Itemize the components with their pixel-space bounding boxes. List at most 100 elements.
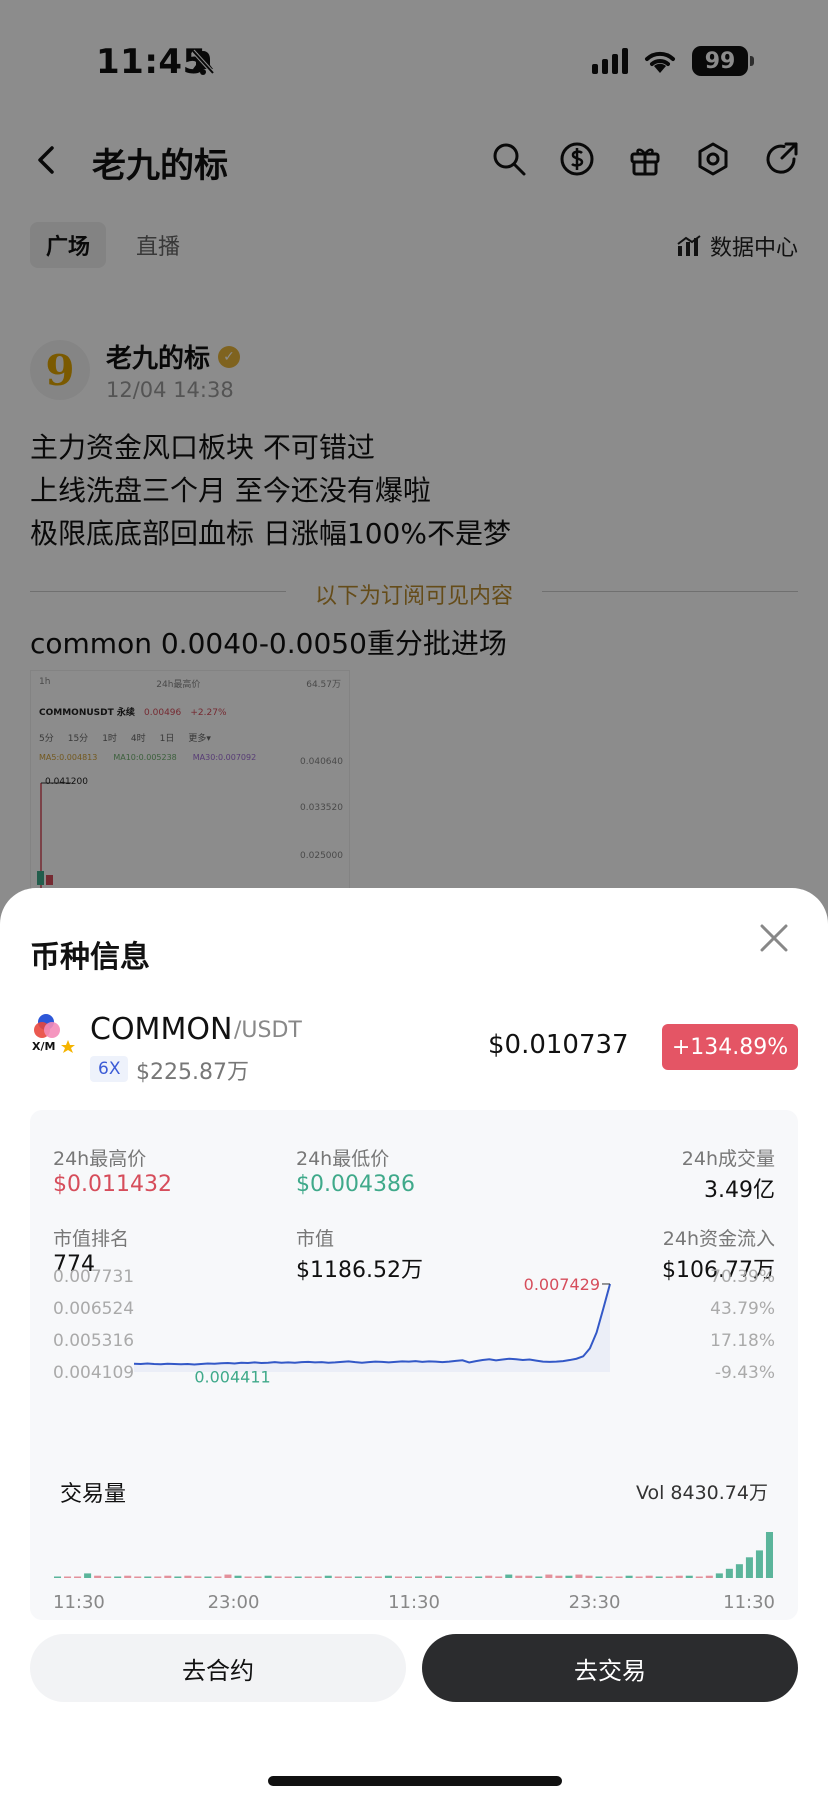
volume-bar [54, 1576, 62, 1578]
volume-bar [495, 1576, 503, 1578]
volume-bar [304, 1576, 312, 1578]
volume-bar [274, 1576, 282, 1578]
volume-bar [465, 1576, 473, 1578]
volume-bar [214, 1576, 222, 1578]
price-line [133, 1283, 611, 1366]
volume-bar [445, 1576, 453, 1578]
volume-bar [124, 1575, 132, 1578]
stat-label: 市值排名 [53, 1228, 130, 1250]
volume-bar [585, 1575, 593, 1578]
volume-bar [685, 1575, 693, 1578]
stat-high: $0.011432 [53, 1172, 172, 1197]
volume-bar [485, 1575, 493, 1578]
price-line-chart[interactable]: 0.007731 70.39% 0.006524 43.79% 0.005316 17.1… [30, 1260, 798, 1400]
x-tick-label: 11:30 [53, 1592, 105, 1613]
volume-bar [294, 1576, 302, 1578]
volume-bar [334, 1576, 342, 1578]
volume-title: 交易量 [60, 1482, 127, 1507]
go-trade-button[interactable]: 去交易 [422, 1634, 798, 1702]
y-pct-tick-label: 43.79% [710, 1299, 775, 1319]
volume-bar [324, 1575, 332, 1578]
volume-bar [525, 1575, 533, 1578]
close-icon[interactable] [752, 916, 796, 960]
go-contract-button[interactable]: 去合约 [30, 1634, 406, 1702]
volume-bar [565, 1575, 573, 1578]
stat-volume: 3.49亿 [704, 1178, 775, 1203]
volume-bar [645, 1575, 653, 1578]
coin-market-cap: $225.87万 [136, 1060, 249, 1085]
volume-bar [605, 1576, 613, 1578]
volume-bar [94, 1575, 102, 1578]
volume-bar [254, 1576, 262, 1578]
volume-bar [705, 1575, 713, 1578]
volume-bar [515, 1575, 523, 1578]
volume-bar [505, 1574, 513, 1578]
volume-bar [184, 1575, 192, 1578]
stat-label: 24h成交量 [681, 1148, 775, 1170]
volume-bar [695, 1576, 703, 1578]
y-pct-tick-label: -9.43% [715, 1363, 775, 1383]
max-price-label: 0.007429 [524, 1275, 600, 1294]
volume-bar [765, 1532, 773, 1578]
volume-bar [615, 1576, 623, 1578]
leverage-badge: 6X [90, 1056, 129, 1082]
stat-low: $0.004386 [296, 1172, 415, 1197]
volume-bar [354, 1576, 362, 1578]
volume-bar [735, 1564, 743, 1578]
volume-bar [374, 1576, 382, 1578]
y-pct-tick-label: 17.18% [710, 1331, 775, 1351]
volume-bar [74, 1576, 82, 1578]
coin-info-sheet: 币种信息 X/M COMMON /USDT 6X $225.87万 $0.010… [0, 888, 828, 1800]
coin-logo-icon: X/M [32, 1014, 75, 1053]
x-tick-label: 11:30 [723, 1592, 775, 1613]
volume-bar [244, 1576, 252, 1578]
volume-bar [635, 1576, 643, 1578]
volume-bar [555, 1575, 563, 1578]
volume-bar [625, 1575, 633, 1578]
volume-bar [84, 1573, 92, 1578]
volume-value: Vol 8430.74万 [635, 1482, 768, 1504]
coin-quote: /USDT [234, 1018, 302, 1043]
volume-bar [675, 1575, 683, 1578]
volume-bar [284, 1576, 292, 1578]
y-pct-tick-label: 70.39% [710, 1267, 775, 1287]
volume-bar [364, 1576, 372, 1578]
volume-bar [234, 1575, 242, 1578]
volume-bar [745, 1557, 753, 1578]
volume-bar [545, 1574, 553, 1578]
price-area [134, 1283, 610, 1372]
y-tick-label: 0.005316 [53, 1331, 134, 1351]
volume-bar [455, 1576, 463, 1578]
x-tick-label: 23:30 [569, 1592, 621, 1613]
volume-bar [715, 1573, 723, 1578]
volume-bar [384, 1575, 392, 1578]
volume-bar [114, 1576, 122, 1578]
min-price-label: 0.004411 [194, 1368, 270, 1387]
coin-symbol: COMMON [90, 1012, 233, 1047]
volume-bar-chart[interactable]: 11:30 23:00 11:30 23:30 11:30 [30, 1520, 798, 1620]
volume-bar [535, 1576, 543, 1578]
stat-label: 24h最高价 [53, 1148, 147, 1170]
stat-label: 市值 [296, 1228, 335, 1250]
home-indicator[interactable] [268, 1776, 562, 1786]
x-tick-label: 11:30 [388, 1592, 440, 1613]
volume-bar [425, 1576, 433, 1578]
volume-bar [174, 1576, 182, 1578]
volume-bar [154, 1576, 162, 1578]
volume-bar [164, 1575, 172, 1578]
volume-bar [134, 1576, 142, 1578]
volume-bar [475, 1576, 483, 1578]
volume-bar [725, 1568, 733, 1578]
x-tick-label: 23:00 [208, 1592, 260, 1613]
coin-stats-card: 24h最高价 $0.011432 24h最低价 $0.004386 24h成交量… [30, 1110, 798, 1620]
volume-bar [595, 1576, 603, 1578]
volume-bar [64, 1576, 72, 1578]
stat-label: 24h资金流入 [662, 1228, 775, 1250]
volume-bar [655, 1576, 663, 1578]
volume-bar [344, 1576, 352, 1578]
volume-bar [224, 1574, 232, 1578]
y-tick-label: 0.006524 [53, 1299, 134, 1319]
volume-bar [435, 1575, 443, 1578]
y-tick-label: 0.007731 [53, 1267, 134, 1287]
volume-bar [394, 1576, 402, 1578]
